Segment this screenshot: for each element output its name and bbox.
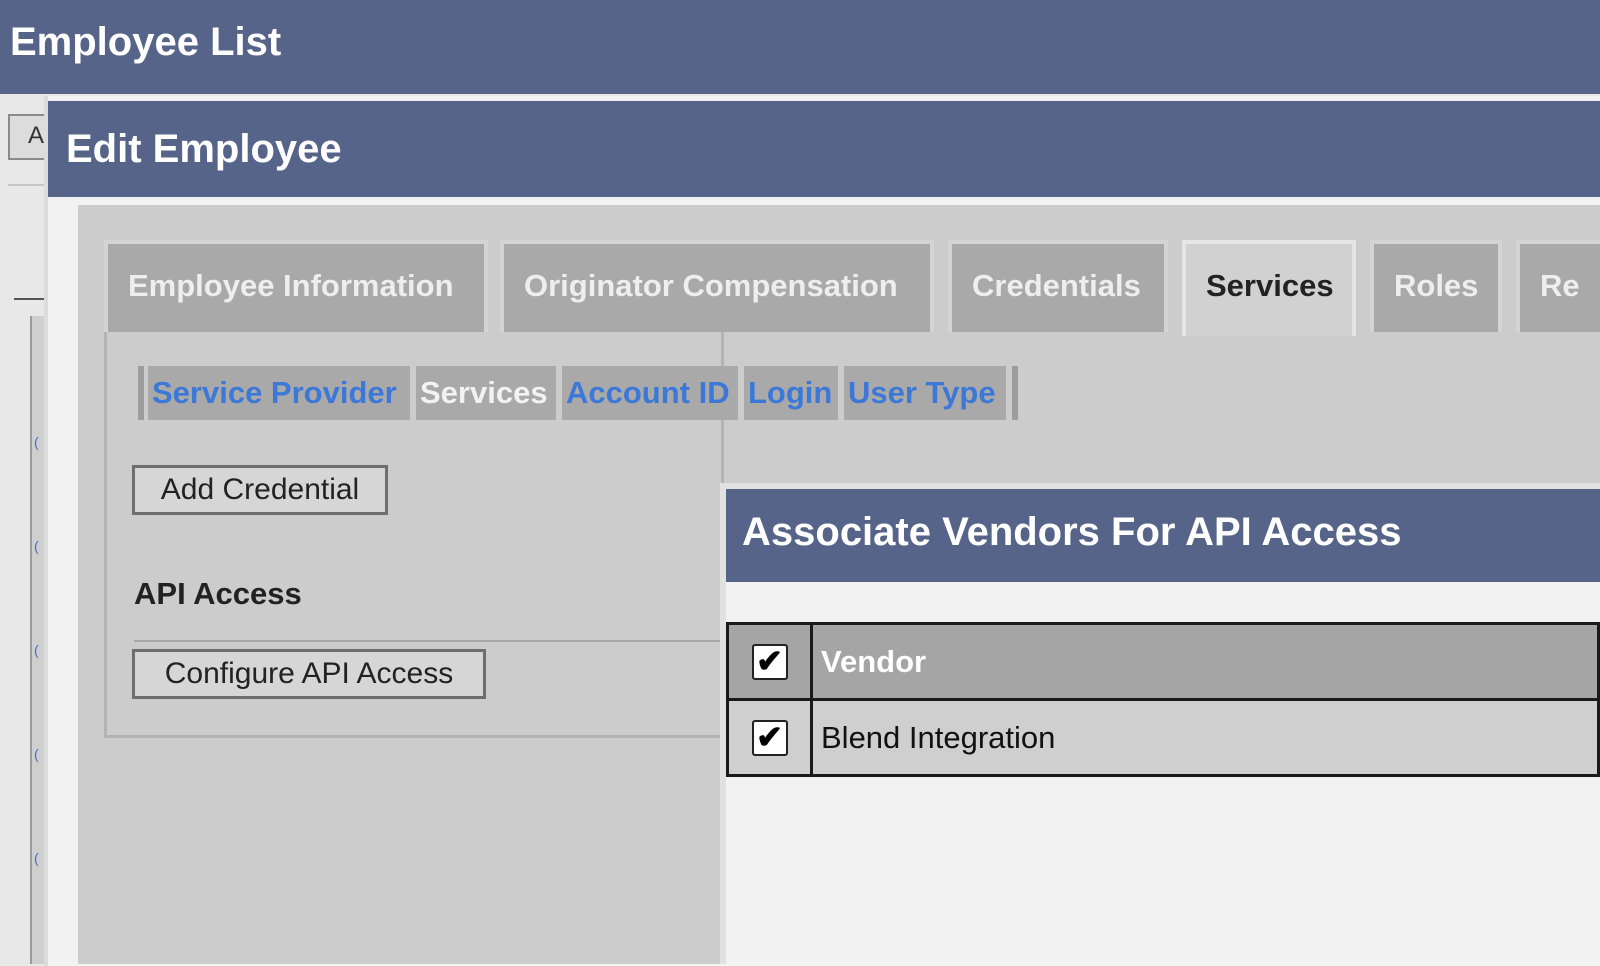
divider xyxy=(14,298,48,300)
grid-header-user-type[interactable]: User Type xyxy=(844,366,1006,420)
table-row: ✔ Blend Integration xyxy=(726,698,1600,777)
employee-row-link[interactable]: ( xyxy=(34,850,40,866)
edit-employee-title: Edit Employee xyxy=(48,101,1600,197)
employee-row-link[interactable]: ( xyxy=(34,538,40,554)
select-all-cell: ✔ xyxy=(726,622,813,701)
api-access-heading: API Access xyxy=(134,576,302,611)
grid-header-account-id[interactable]: Account ID xyxy=(562,366,738,420)
tab-services[interactable]: Services xyxy=(1182,240,1356,336)
row-checkbox[interactable]: ✔ xyxy=(751,719,788,756)
tab-roles[interactable]: Roles xyxy=(1370,240,1502,332)
tab-credentials[interactable]: Credentials xyxy=(948,240,1168,332)
employee-row-link[interactable]: ( xyxy=(34,642,40,658)
grid-header-service-provider[interactable]: Service Provider xyxy=(148,366,410,420)
divider xyxy=(134,640,724,642)
associate-vendors-title: Associate Vendors For API Access xyxy=(726,489,1600,582)
grid-header-login[interactable]: Login xyxy=(744,366,838,420)
add-credential-button[interactable]: Add Credential xyxy=(132,465,388,515)
tab-employee-information[interactable]: Employee Information xyxy=(104,240,488,332)
employee-row-link[interactable]: ( xyxy=(34,434,40,450)
employee-list-column xyxy=(30,316,44,964)
tab-originator-compensation[interactable]: Originator Compensation xyxy=(500,240,934,332)
divider xyxy=(8,184,48,186)
vendor-column-header: Vendor xyxy=(810,622,1600,701)
employee-row-link[interactable]: ( xyxy=(34,746,40,762)
employee-list-action-button[interactable]: A xyxy=(8,114,48,160)
tab-re-truncated[interactable]: Re xyxy=(1516,240,1600,332)
grid-header-separator xyxy=(138,366,144,420)
grid-header-services: Services xyxy=(416,366,556,420)
select-all-checkbox[interactable]: ✔ xyxy=(751,643,788,680)
employee-list-title: Employee List xyxy=(0,0,1600,94)
vendor-table-header: ✔ Vendor xyxy=(726,622,1600,701)
vendor-table: ✔ Vendor ✔ Blend Integration xyxy=(726,622,1600,777)
vendor-name-cell: Blend Integration xyxy=(810,698,1600,777)
grid-header-separator xyxy=(1012,366,1018,420)
row-select-cell: ✔ xyxy=(726,698,813,777)
configure-api-access-button[interactable]: Configure API Access xyxy=(132,649,486,699)
